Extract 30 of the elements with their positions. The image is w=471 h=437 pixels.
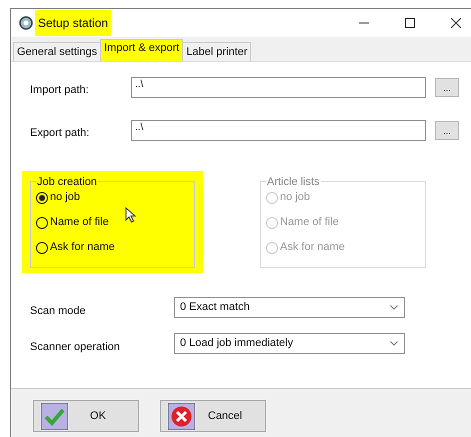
option-label[interactable]: no job: [50, 189, 80, 206]
dropdown[interactable]: 0 Exact match: [174, 297, 405, 318]
chevron-icon: [390, 341, 398, 346]
radio-button[interactable]: [36, 242, 48, 254]
maximize-icon[interactable]: [405, 18, 415, 28]
cancel-icon: [168, 402, 195, 430]
mouse-cursor-icon: [125, 207, 136, 223]
path-field[interactable]: ..\: [131, 77, 426, 98]
dropdown[interactable]: 0 Load job immediately: [174, 333, 405, 354]
tab[interactable]: Label printer: [182, 42, 252, 61]
app-icon: [19, 16, 33, 30]
tab[interactable]: General settings: [13, 42, 102, 61]
option-label[interactable]: Name of file: [50, 214, 109, 231]
browse-button[interactable]: ...: [435, 78, 459, 97]
field-label: Import path:: [30, 83, 90, 98]
field-label: Scanner operation: [30, 340, 121, 356]
radio-button[interactable]: [36, 216, 48, 228]
dialog-button[interactable]: Cancel: [160, 400, 266, 432]
window-title: Setup station: [35, 10, 112, 36]
chevron-icon: [390, 305, 398, 310]
field-label: Export path:: [30, 126, 90, 142]
tab[interactable]: Import & export: [100, 39, 184, 61]
checkmark-icon: [41, 402, 68, 430]
field-label: Scan mode: [30, 304, 87, 320]
path-field[interactable]: ..\: [131, 120, 426, 141]
dialog-button[interactable]: OK: [33, 400, 139, 432]
close-icon[interactable]: [451, 18, 461, 28]
radio-button[interactable]: [36, 192, 48, 204]
option-label[interactable]: Ask for name: [50, 239, 115, 256]
browse-button[interactable]: ...: [435, 121, 459, 140]
